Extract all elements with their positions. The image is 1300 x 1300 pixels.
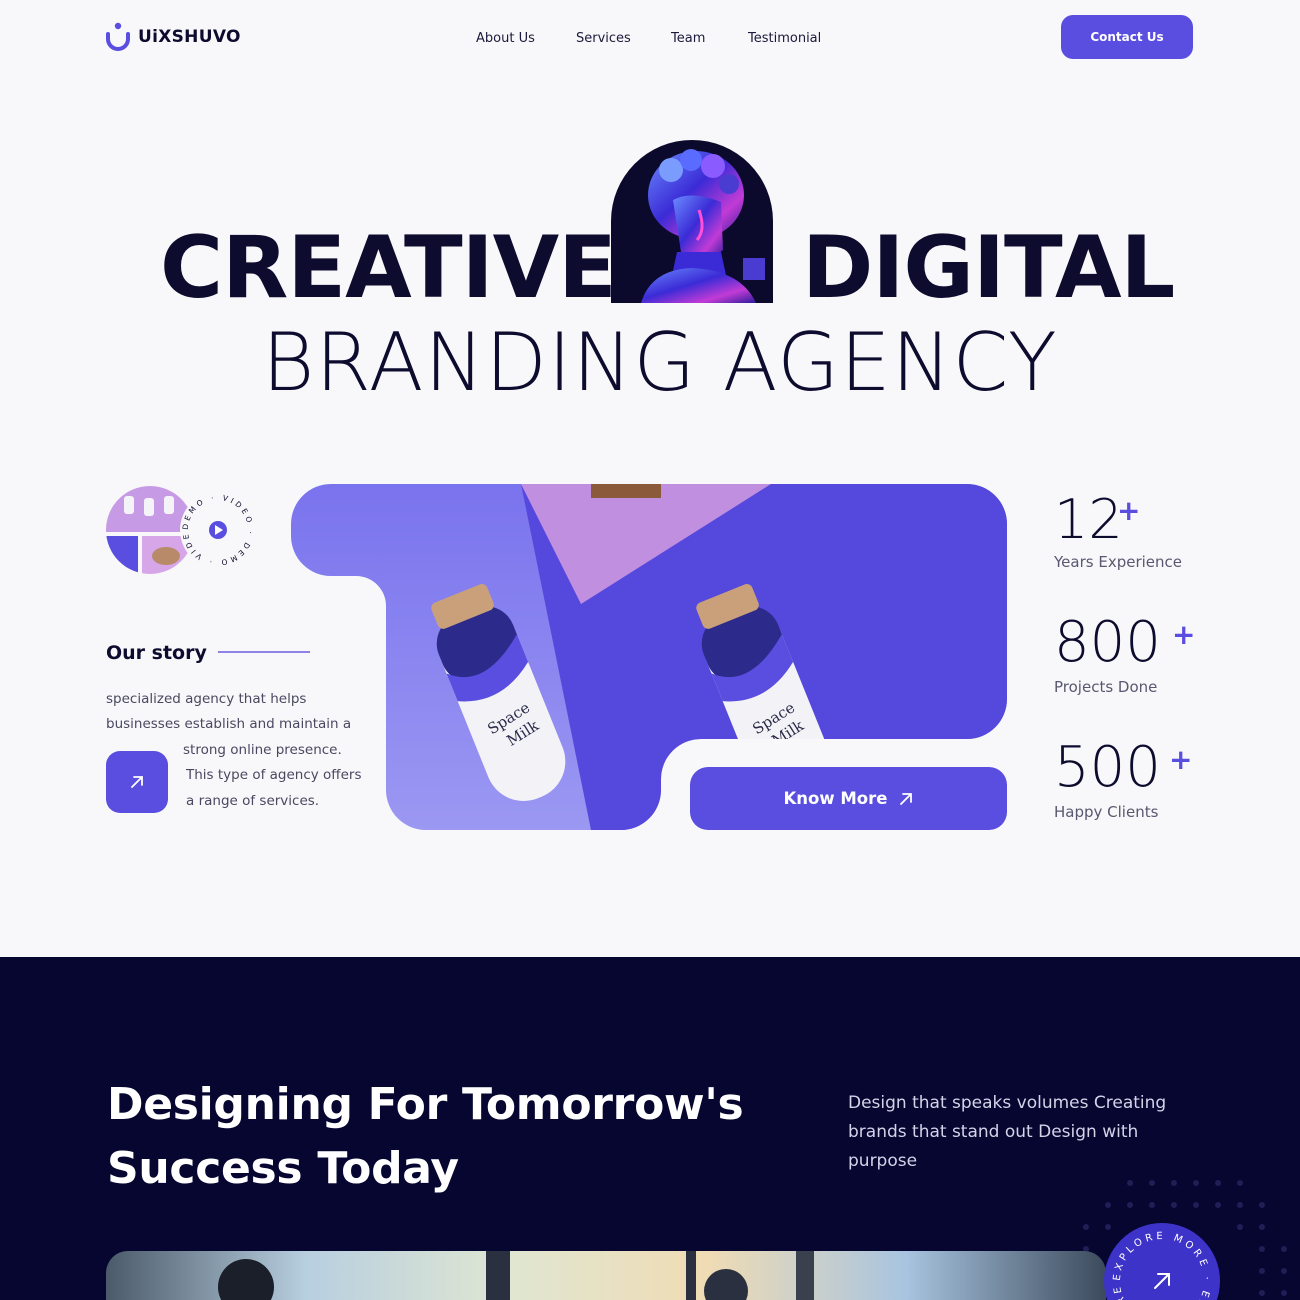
section-desc-line-3: purpose <box>848 1151 918 1171</box>
section-description: Design that speaks volumes Creating bran… <box>848 1089 1188 1176</box>
know-more-button[interactable]: Know More <box>690 767 1007 830</box>
stat-projects-plus: + <box>1172 618 1196 651</box>
statue-image <box>611 140 773 303</box>
stat-clients-value: 500 <box>1054 735 1161 800</box>
explore-more-badge[interactable]: EXPLORE MORE · EXPLORE MORE · <box>1099 1213 1222 1300</box>
nav-link-testimonial[interactable]: Testimonial <box>748 31 821 46</box>
nav-link-about[interactable]: About Us <box>476 31 535 46</box>
section-desc-line-2: brands that stand out Design with <box>848 1122 1139 1142</box>
explore-ring: EXPLORE MORE · EXPLORE MORE · <box>1099 1213 1220 1300</box>
hero-word-digital: DIGITAL <box>802 218 1175 318</box>
hero-word-creative: CREATIVE <box>160 218 617 318</box>
brand-logo[interactable]: UiXSHUVO <box>104 22 241 52</box>
story-line-1: specialized agency that helps <box>106 691 307 707</box>
know-more-label: Know More <box>783 789 888 808</box>
demo-video-ring-text: DEMO · VIDEO · DEMO · VIDEO · <box>178 490 256 568</box>
story-arrow-button[interactable] <box>106 751 168 813</box>
stat-projects-value: 800 <box>1054 610 1161 675</box>
brand-name: UiXSHUVO <box>138 27 241 47</box>
logo-icon <box>106 22 130 51</box>
stat-years-value: 12 <box>1054 488 1123 551</box>
demo-video-badge[interactable]: DEMO · VIDEO · DEMO · VIDEO · <box>104 484 264 576</box>
arrow-up-right-icon <box>900 792 913 805</box>
stat-years-label: Years Experience <box>1054 553 1182 571</box>
our-story-title: Our story <box>106 642 207 664</box>
mission-section: Designing For Tomorrow's Success Today D… <box>0 957 1300 1300</box>
nav-link-team[interactable]: Team <box>671 31 705 46</box>
nav-link-services[interactable]: Services <box>576 31 631 46</box>
top-navbar: UiXSHUVO About Us Services Team Testimon… <box>0 0 1300 80</box>
office-photo <box>106 1251 1106 1300</box>
hero-subtitle: BRANDING AGENCY <box>262 316 1058 409</box>
stat-projects-label: Projects Done <box>1054 678 1158 696</box>
stat-years-plus: + <box>1117 494 1141 527</box>
stat-clients-label: Happy Clients <box>1054 803 1159 821</box>
section-title-line-1: Designing For Tomorrow's <box>107 1079 744 1130</box>
bottom-photo-strip <box>106 1251 1106 1300</box>
section-title-line-2: Success Today <box>107 1143 459 1194</box>
stat-clients-plus: + <box>1169 743 1193 776</box>
section-desc-line-1: Design that speaks volumes Creating <box>848 1093 1167 1113</box>
section-title: Designing For Tomorrow's Success Today <box>107 1073 744 1201</box>
arrow-up-right-icon <box>131 776 143 788</box>
contact-us-button[interactable]: Contact Us <box>1061 15 1193 59</box>
